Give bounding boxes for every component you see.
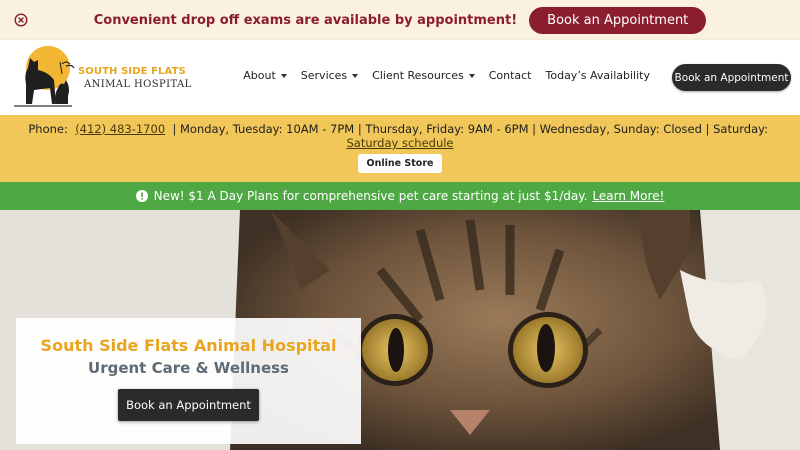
online-store-button[interactable]: Online Store [357,154,443,173]
chevron-down-icon [468,74,475,78]
close-circle-icon[interactable] [14,13,28,27]
nav-item-client-resources[interactable]: Client Resources [372,69,475,82]
hours-text: | Monday, Tuesday: 10AM - 7PM | Thursday… [172,122,768,136]
nav-item-contact[interactable]: Contact [489,69,532,82]
nav-label: Client Resources [372,69,464,82]
hero-book-appointment-button[interactable]: Book an Appointment [118,389,259,421]
main-nav: About Services Client Resources Contact … [243,69,650,82]
chevron-down-icon [352,74,359,78]
page: Convenient drop off exams are available … [0,0,800,450]
hours-line: Phone: (412) 483-1700 | Monday, Tuesday:… [0,115,800,150]
info-circle-icon [135,190,148,202]
chevron-down-icon [280,74,287,78]
nav-item-todays-availability[interactable]: Today’s Availability [546,69,651,82]
hero-card: South Side Flats Animal Hospital Urgent … [16,318,361,444]
learn-more-link[interactable]: Learn More! [592,189,664,203]
promo-book-appointment-button[interactable]: Book an Appointment [529,6,707,34]
promo-bar: Convenient drop off exams are available … [0,0,800,40]
hero-title: South Side Flats Animal Hospital [40,336,337,355]
nav-item-services[interactable]: Services [300,69,359,82]
notice-message: New! $1 A Day Plans for comprehensive pe… [153,189,588,203]
phone-label: Phone: [28,122,68,136]
notice-bar: New! $1 A Day Plans for comprehensive pe… [0,182,800,210]
promo-message: Convenient drop off exams are available … [93,12,518,28]
phone-link[interactable]: (412) 483-1700 [75,122,165,136]
hero-section: South Side Flats Animal Hospital Urgent … [0,210,800,450]
hero-subtitle: Urgent Care & Wellness [88,359,289,377]
nav-label: Services [300,69,348,82]
nav-item-about[interactable]: About [243,69,287,82]
header-book-appointment-button[interactable]: Book an Appointment [672,64,791,91]
hours-info-bar: Phone: (412) 483-1700 | Monday, Tuesday:… [0,115,800,182]
dog-and-cat-logo-icon[interactable] [8,44,78,110]
nav-label: About [243,69,276,82]
logo-title: SOUTH SIDE FLATS [78,66,186,77]
site-header: SOUTH SIDE FLATS ANIMAL HOSPITAL About S… [0,40,800,115]
logo-subtitle: ANIMAL HOSPITAL [84,79,192,90]
saturday-schedule-link[interactable]: Saturday schedule [346,136,453,150]
